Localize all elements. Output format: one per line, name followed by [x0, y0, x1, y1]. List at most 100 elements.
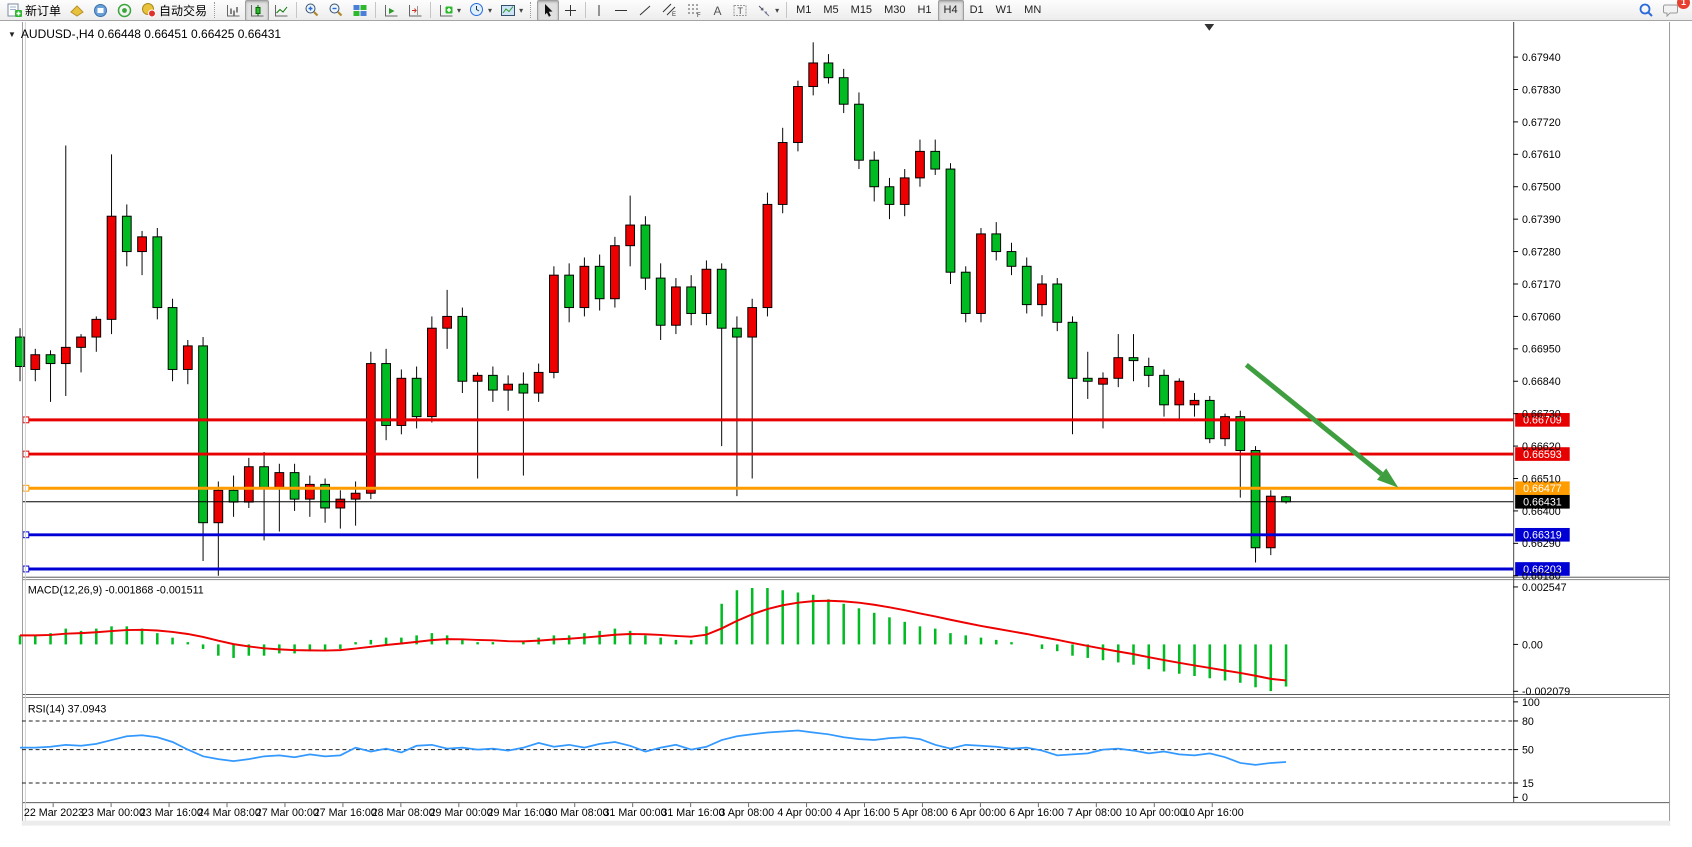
candle-body	[260, 467, 269, 488]
candle-body	[809, 63, 818, 87]
candle-body	[626, 225, 635, 246]
candle-body	[1022, 266, 1031, 304]
bar-chart-button[interactable]	[221, 0, 245, 21]
candle	[931, 140, 940, 175]
symbol-title: ▼ AUDUSD-,H4 0.66448 0.66451 0.66425 0.6…	[8, 27, 281, 41]
level-0.66319[interactable]: 0.66319	[22, 528, 1570, 542]
periods-button[interactable]: ▾	[465, 0, 496, 21]
candle-body	[366, 364, 375, 494]
arrows-icon	[756, 3, 772, 18]
chart-canvas[interactable]: 0.66709 0.66593 0.664770.66431 0.66319 0.662…	[0, 22, 1692, 847]
time-axis-label: 29 Mar 16:00	[488, 807, 551, 819]
candle	[1007, 243, 1016, 275]
timeframe-d1-button[interactable]: D1	[964, 0, 990, 21]
candle-body	[900, 178, 909, 205]
chart-shift-marker[interactable]	[1204, 24, 1214, 31]
candle	[870, 151, 879, 201]
candle	[763, 193, 772, 317]
signal-icon	[117, 3, 133, 18]
text-icon: A	[711, 3, 724, 18]
crosshair-tool-button[interactable]	[559, 0, 582, 21]
zoom-in-button[interactable]	[300, 0, 324, 21]
fibonacci-tool-button[interactable]: F	[682, 0, 707, 21]
level-0.66431[interactable]: 0.66431	[22, 495, 1570, 509]
marketwatch-button[interactable]	[65, 0, 89, 21]
symbol-title-text: AUDUSD-,H4 0.66448 0.66451 0.66425 0.664…	[21, 27, 281, 41]
line-chart-button[interactable]	[269, 0, 293, 21]
timeframe-m30-button[interactable]: M30	[878, 0, 911, 21]
candle	[168, 299, 177, 382]
new-order-label: 新订单	[25, 2, 61, 19]
candle-body	[839, 78, 848, 105]
trend-arrow[interactable]	[1246, 365, 1398, 488]
indicators-button[interactable]: ▾	[434, 0, 465, 21]
candle	[1266, 490, 1275, 555]
time-axis-label: 6 Apr 00:00	[951, 807, 1006, 819]
candle	[473, 372, 482, 478]
candle-body	[778, 143, 787, 205]
search-icon	[1638, 2, 1655, 19]
text-label-tool-button[interactable]: T	[728, 0, 752, 21]
cursor-tool-button[interactable]	[537, 0, 559, 21]
chevron-down-icon: ▾	[775, 6, 779, 15]
candle	[595, 255, 604, 311]
candlestick-chart-button[interactable]	[245, 0, 269, 21]
candle	[794, 81, 803, 152]
new-order-button[interactable]: 新订单	[3, 0, 65, 21]
candle-body	[16, 337, 25, 366]
text-tool-button[interactable]: A	[707, 0, 728, 21]
timeframe-h1-button[interactable]: H1	[911, 0, 937, 21]
candle	[977, 228, 986, 322]
channel-tool-button[interactable]: E	[657, 0, 682, 21]
zoom-out-button[interactable]	[324, 0, 348, 21]
signals-button[interactable]	[113, 0, 137, 21]
candle-body	[611, 246, 620, 299]
level-0.66477[interactable]: 0.66477	[22, 481, 1570, 495]
time-axis-label: 5 Apr 08:00	[893, 807, 948, 819]
candle	[885, 178, 894, 219]
candle-body	[397, 378, 406, 425]
level-0.66709[interactable]: 0.66709	[22, 413, 1570, 427]
candle-body	[504, 384, 513, 390]
fibonacci-icon: F	[686, 2, 703, 18]
horizontal-line-tool-button[interactable]	[609, 0, 633, 21]
timeframe-m5-button[interactable]: M5	[817, 0, 844, 21]
candle	[427, 316, 436, 422]
level-0.66593[interactable]: 0.66593	[22, 447, 1570, 461]
candle-body	[138, 237, 147, 252]
svg-text:A: A	[714, 4, 722, 18]
timeframe-m1-button[interactable]: M1	[790, 0, 817, 21]
candle	[504, 375, 513, 410]
navigator-button[interactable]	[89, 0, 113, 21]
candle	[1068, 316, 1077, 434]
toolbar-separator	[786, 2, 787, 18]
auto-scroll-button[interactable]	[379, 0, 403, 21]
arrows-tool-button[interactable]: ▾	[752, 0, 783, 21]
bar-chart-icon	[225, 3, 241, 18]
tile-windows-button[interactable]	[348, 0, 372, 21]
toolbar-grip	[214, 2, 218, 18]
chat-button[interactable]: 1	[1659, 0, 1684, 21]
chart-window[interactable]: 0.66709 0.66593 0.664770.66431 0.66319 0.662…	[0, 22, 1692, 847]
vertical-line-tool-button[interactable]	[589, 0, 609, 21]
candle	[550, 266, 559, 378]
time-axis-label: 4 Apr 00:00	[777, 807, 832, 819]
time-axis[interactable]: 22 Mar 202323 Mar 00:0023 Mar 16:0024 Ma…	[24, 803, 1244, 819]
autotrading-button[interactable]: 自动交易	[137, 0, 211, 21]
price-axis-tick: 0.66840	[1522, 376, 1561, 388]
zoom-in-icon	[304, 2, 320, 18]
chart-shift-button[interactable]	[403, 0, 427, 21]
trendline-icon	[637, 3, 653, 18]
level-0.66203[interactable]: 0.66203	[22, 562, 1570, 576]
candle-body	[61, 347, 70, 363]
trendline-tool-button[interactable]	[633, 0, 657, 21]
candle-body	[336, 499, 345, 508]
timeframe-h4-button[interactable]: H4	[938, 0, 964, 21]
template-button[interactable]: ▾	[496, 0, 527, 21]
timeframe-mn-button[interactable]: MN	[1018, 0, 1047, 21]
timeframe-w1-button[interactable]: W1	[990, 0, 1019, 21]
search-button[interactable]	[1634, 0, 1659, 21]
chevron-down-icon[interactable]: ▼	[8, 30, 16, 39]
timeframe-m15-button[interactable]: M15	[845, 0, 878, 21]
chart-shift-icon	[407, 3, 423, 18]
